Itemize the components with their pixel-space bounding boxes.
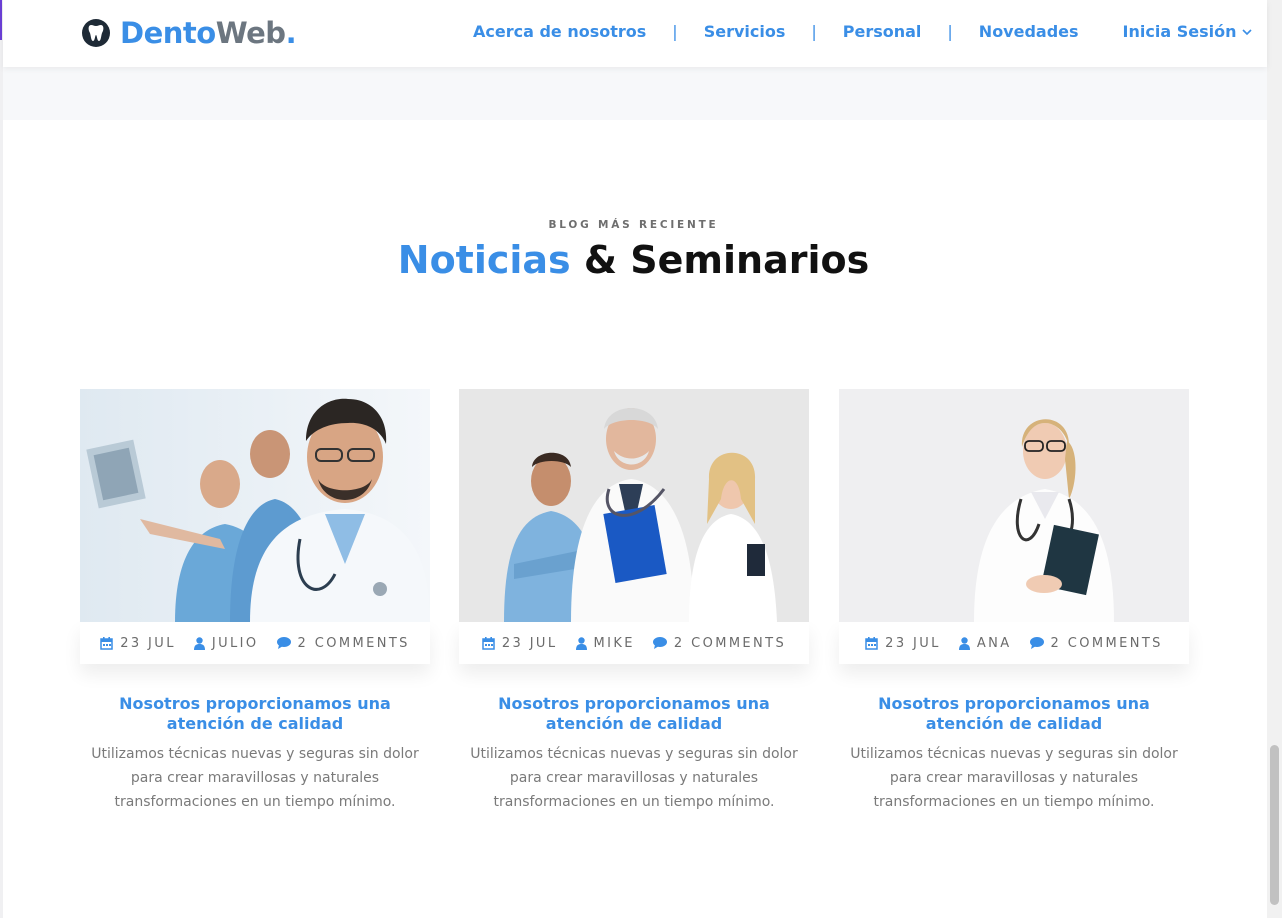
post-comments[interactable]: 2 COMMENTS bbox=[1029, 635, 1163, 651]
nav-separator: | bbox=[947, 22, 953, 41]
nav-separator: | bbox=[672, 22, 678, 41]
post-date-text: 23 JUL bbox=[501, 635, 558, 651]
post-author[interactable]: JULIO bbox=[193, 635, 259, 651]
calendar-icon bbox=[482, 636, 495, 650]
user-icon bbox=[193, 636, 205, 650]
window-accent bbox=[0, 0, 2, 40]
brand-name: DentoWeb. bbox=[120, 14, 297, 52]
section-title: Noticias & Seminarios bbox=[0, 238, 1267, 282]
tooth-icon bbox=[82, 19, 110, 47]
post-date-text: 23 JUL bbox=[885, 635, 941, 651]
post-excerpt: Utilizamos técnicas nuevas y seguras sin… bbox=[850, 746, 1178, 810]
comment-icon bbox=[652, 637, 667, 649]
post-excerpt: Utilizamos técnicas nuevas y seguras sin… bbox=[91, 746, 419, 810]
page-scrollbar[interactable] bbox=[1267, 0, 1282, 918]
nav-login-dropdown[interactable]: Inicia Sesión bbox=[1123, 22, 1253, 41]
post-excerpt: Utilizamos técnicas nuevas y seguras sin… bbox=[470, 746, 798, 810]
post-meta: 23 JUL MIKE 2 COMMENTS bbox=[459, 622, 809, 664]
nav-item-servicios[interactable]: Servicios bbox=[704, 22, 786, 41]
blog-card: 23 JUL MIKE 2 COMMENTS Nosotros proporci… bbox=[459, 389, 809, 814]
post-title-link[interactable]: Nosotros proporcionamos una atención de … bbox=[80, 694, 430, 734]
smiling-doctor-photo[interactable] bbox=[80, 389, 430, 622]
post-author[interactable]: ANA bbox=[958, 635, 1012, 651]
post-date: 23 JUL bbox=[100, 636, 176, 651]
post-author-text: MIKE bbox=[593, 635, 635, 651]
post-title-link[interactable]: Nosotros proporcionamos una atención de … bbox=[459, 694, 809, 734]
calendar-icon bbox=[865, 636, 878, 650]
post-comments[interactable]: 2 COMMENTS bbox=[652, 635, 787, 651]
post-date-text: 23 JUL bbox=[120, 635, 176, 651]
window-edge bbox=[0, 0, 3, 918]
post-date: 23 JUL bbox=[865, 636, 941, 651]
post-meta: 23 JUL ANA 2 COMMENTS bbox=[839, 622, 1189, 664]
post-meta: 23 JUL JULIO 2 COMMENTS bbox=[80, 622, 430, 664]
brand-name-part2: Web bbox=[215, 16, 286, 50]
section-title-highlight: Noticias bbox=[397, 238, 571, 282]
post-comments-text: 2 COMMENTS bbox=[673, 635, 787, 651]
blog-card: 23 JUL JULIO 2 COMMENTS Nosotros proporc… bbox=[80, 389, 430, 814]
female-doctor-photo[interactable] bbox=[839, 389, 1189, 622]
nav-item-novedades[interactable]: Novedades bbox=[979, 22, 1079, 41]
section-title-rest: & Seminarios bbox=[570, 238, 870, 282]
nav-login-label: Inicia Sesión bbox=[1122, 22, 1237, 41]
post-author-text: JULIO bbox=[211, 635, 259, 651]
post-author[interactable]: MIKE bbox=[575, 635, 635, 651]
blog-card: 23 JUL ANA 2 COMMENTS Nosotros proporcio… bbox=[839, 389, 1189, 814]
nav-separator: | bbox=[811, 22, 817, 41]
brand-logo[interactable]: DentoWeb. bbox=[82, 14, 297, 52]
user-icon bbox=[958, 636, 970, 650]
brand-name-part1: Dento bbox=[120, 16, 216, 50]
post-comments[interactable]: 2 COMMENTS bbox=[276, 635, 410, 651]
section-divider-band bbox=[3, 67, 1267, 120]
section-kicker: BLOG MÁS RECIENTE bbox=[548, 219, 719, 231]
nav-item-personal[interactable]: Personal bbox=[843, 22, 922, 41]
site-header: DentoWeb. Acerca de nosotros | Servicios… bbox=[3, 0, 1267, 67]
nav-item-acerca[interactable]: Acerca de nosotros bbox=[473, 22, 646, 41]
medical-team-photo[interactable] bbox=[459, 389, 809, 622]
post-comments-text: 2 COMMENTS bbox=[1050, 635, 1163, 651]
main-nav: Acerca de nosotros | Servicios | Persona… bbox=[473, 22, 1253, 41]
comment-icon bbox=[1029, 637, 1044, 649]
post-title-link[interactable]: Nosotros proporcionamos una atención de … bbox=[839, 694, 1189, 734]
comment-icon bbox=[276, 637, 291, 649]
post-date: 23 JUL bbox=[482, 636, 558, 651]
scrollbar-thumb[interactable] bbox=[1270, 745, 1279, 905]
user-icon bbox=[575, 636, 587, 650]
calendar-icon bbox=[100, 636, 113, 650]
brand-name-part3: . bbox=[285, 16, 297, 50]
post-author-text: ANA bbox=[976, 635, 1012, 651]
chevron-down-icon bbox=[1242, 28, 1253, 35]
post-comments-text: 2 COMMENTS bbox=[297, 635, 410, 651]
